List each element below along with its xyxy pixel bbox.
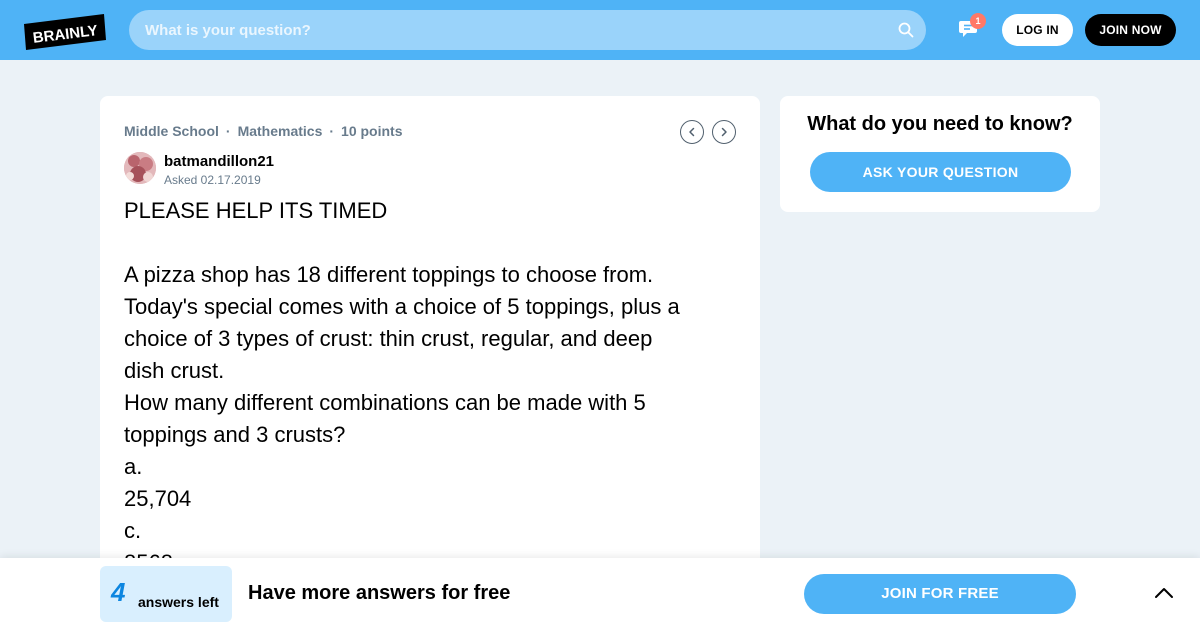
school-level-link[interactable]: Middle School xyxy=(124,123,219,139)
answers-left-label: answers left xyxy=(138,594,219,610)
chevron-up-icon[interactable] xyxy=(1154,586,1174,600)
question-meta: Middle School · Mathematics · 10 points xyxy=(124,123,403,139)
avatar-image xyxy=(124,152,156,184)
answers-left-count: 4 xyxy=(111,577,126,607)
question-line: PLEASE HELP ITS TIMED xyxy=(124,198,388,223)
top-navigation-bar: BRAINLY 1 LOG IN JOIN NOW xyxy=(0,0,1200,60)
author-name[interactable]: batmandillon21 xyxy=(164,153,274,170)
question-line: Today's special comes with a choice of 5… xyxy=(124,294,680,319)
promo-text: Have more answers for free xyxy=(248,582,511,604)
search-icon[interactable] xyxy=(898,22,914,38)
question-line xyxy=(124,227,736,259)
question-line: How many different combinations can be m… xyxy=(124,390,646,415)
question-body: PLEASE HELP ITS TIMED A pizza shop has 1… xyxy=(124,195,736,579)
separator-dot: · xyxy=(329,123,335,139)
subject-link[interactable]: Mathematics xyxy=(238,123,323,139)
question-line: A pizza shop has 18 different toppings t… xyxy=(124,262,654,287)
points-label: 10 points xyxy=(341,123,403,139)
previous-question-button[interactable] xyxy=(680,120,704,144)
bottom-promo-bar: 4 answers left Have more answers for fre… xyxy=(0,558,1200,630)
asked-date: Asked 02.17.2019 xyxy=(164,173,261,187)
ask-your-question-button[interactable]: ASK YOUR QUESTION xyxy=(810,152,1071,192)
answers-left-counter: 4 answers left xyxy=(100,566,232,622)
question-line: toppings and 3 crusts? xyxy=(124,422,346,447)
search-bar xyxy=(129,10,926,50)
ask-question-card: What do you need to know? ASK YOUR QUEST… xyxy=(780,96,1100,212)
separator-dot: · xyxy=(225,123,231,139)
question-line: 25,704 xyxy=(124,486,192,511)
question-line: dish crust. xyxy=(124,358,225,383)
notification-badge: 1 xyxy=(970,13,986,29)
sidebar-heading: What do you need to know? xyxy=(807,113,1073,135)
log-in-button[interactable]: LOG IN xyxy=(1002,14,1073,46)
next-question-button[interactable] xyxy=(712,120,736,144)
join-for-free-button[interactable]: JOIN FOR FREE xyxy=(804,574,1076,614)
question-line: a. xyxy=(124,454,143,479)
question-card: Middle School · Mathematics · 10 points batm… xyxy=(100,96,760,576)
author-avatar[interactable] xyxy=(124,152,156,184)
chevron-left-icon xyxy=(689,127,695,137)
join-now-button[interactable]: JOIN NOW xyxy=(1085,14,1176,46)
question-line: c. xyxy=(124,518,142,543)
brainly-logo[interactable]: BRAINLY xyxy=(24,14,106,50)
question-line: choice of 3 types of crust: thin crust, … xyxy=(124,326,653,351)
search-input[interactable] xyxy=(145,10,885,50)
chevron-right-icon xyxy=(721,127,727,137)
